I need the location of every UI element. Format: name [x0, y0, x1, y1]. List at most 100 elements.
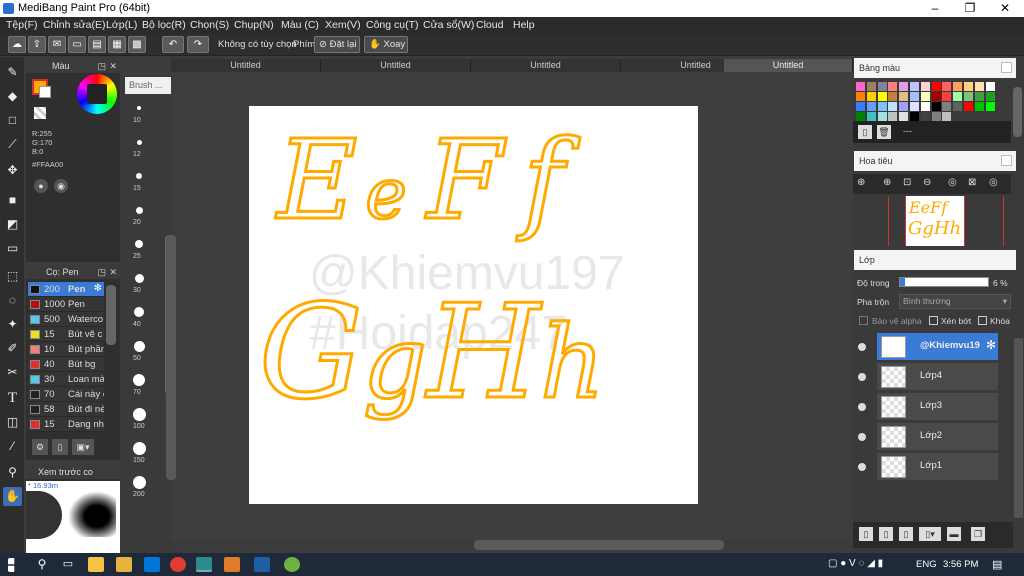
pen-list-item[interactable]: 58 Bút đi nè: [28, 402, 104, 417]
pen-list-item[interactable]: 70 Cái này c: [28, 387, 104, 402]
pen-list-item[interactable]: 1000 Pen: [28, 297, 104, 312]
pen-undock-icon[interactable]: ◳: [97, 265, 106, 279]
blend-mode-select[interactable]: Bình thường ▾: [899, 294, 1011, 309]
duplicate-layer-icon[interactable]: ❐: [971, 527, 985, 541]
palette-swatch[interactable]: [856, 82, 865, 91]
palette-swatch[interactable]: [985, 102, 995, 111]
palette-swatch[interactable]: [942, 92, 952, 101]
palette-swatch[interactable]: [856, 102, 865, 111]
reset-button[interactable]: ⊘ Đặt lại: [314, 36, 360, 53]
palette-swatch[interactable]: [942, 82, 952, 91]
brush-size-dot[interactable]: [132, 441, 146, 455]
palette-swatch[interactable]: [920, 112, 930, 121]
pen-close-icon[interactable]: ✕: [109, 265, 117, 279]
palette-swatch[interactable]: [856, 112, 865, 121]
palette-swatch[interactable]: [931, 112, 941, 121]
tab-untitled-5[interactable]: Untitled: [724, 59, 853, 72]
menu-capture[interactable]: Chụp(N): [234, 19, 274, 31]
palette-swatch[interactable]: [877, 92, 887, 101]
palette-swatch[interactable]: [985, 82, 995, 91]
palette-swatch[interactable]: [866, 82, 876, 91]
lasso-icon[interactable]: ◌: [3, 291, 22, 310]
menu-tools[interactable]: Công cụ(T): [366, 19, 419, 31]
hand-tool-icon[interactable]: ✋: [3, 487, 22, 506]
palette-trash-icon[interactable]: 🗑: [877, 125, 891, 139]
palette-swatch[interactable]: [920, 92, 930, 101]
menu-filter[interactable]: Bộ lọc(R): [142, 19, 186, 31]
layer-visibility-icon[interactable]: [858, 403, 866, 411]
menu-help[interactable]: Help: [513, 19, 535, 31]
start-icon[interactable]: [8, 558, 15, 572]
app-icon-orange[interactable]: [224, 557, 240, 572]
brush-size-dot[interactable]: [135, 206, 143, 214]
palette-swatch[interactable]: [899, 92, 909, 101]
pen-settings-icon[interactable]: ⚙: [32, 439, 48, 455]
palette-swatch[interactable]: [942, 112, 952, 121]
palette-swatch[interactable]: [877, 112, 887, 121]
pen-list-item[interactable]: 15 Bút vẽ c: [28, 327, 104, 342]
new-layer-3-icon[interactable]: ▯: [899, 527, 913, 541]
brush-size-dot[interactable]: [132, 407, 146, 421]
app-icon-green[interactable]: [284, 557, 300, 572]
chrome-icon[interactable]: [170, 557, 186, 572]
canvas-vscrollbar[interactable]: [166, 235, 176, 480]
menu-color[interactable]: Màu (C): [281, 19, 319, 31]
lock-checkbox[interactable]: [978, 316, 987, 325]
menu-view[interactable]: Xem(V): [325, 19, 361, 31]
palette-swatch[interactable]: [866, 92, 876, 101]
layer-row[interactable]: Lớp2: [877, 423, 998, 451]
layer-visibility-icon[interactable]: [858, 373, 866, 381]
palette-swatch[interactable]: [910, 92, 919, 101]
palette-swatch[interactable]: [953, 102, 963, 111]
tile-icon[interactable]: ▩: [128, 36, 146, 53]
secondary-color-swatch[interactable]: [39, 86, 51, 98]
gradient-tool-icon[interactable]: ▭: [3, 239, 22, 258]
navigator-close-icon[interactable]: [1001, 155, 1012, 166]
speech-bubble-icon[interactable]: ◫: [3, 413, 22, 432]
layer-row[interactable]: @Khiemvu19 ✻: [877, 333, 998, 361]
drawing-paper[interactable]: @Khiemvu197 #Hoidap247 EeFf GgHh: [249, 106, 698, 504]
palette-swatch[interactable]: [920, 82, 930, 91]
zoom-in-icon[interactable]: ⊕: [857, 177, 865, 188]
palette-swatch[interactable]: [964, 102, 973, 111]
tab-untitled-1[interactable]: Untitled: [171, 59, 321, 72]
palette-swatch[interactable]: [899, 82, 909, 91]
palette-swatch[interactable]: [964, 92, 973, 101]
layer-visibility-icon[interactable]: [858, 463, 866, 471]
layer-visibility-icon[interactable]: [858, 343, 866, 351]
redo-button[interactable]: ↷: [187, 36, 209, 53]
tab-untitled-3[interactable]: Untitled: [471, 59, 621, 72]
rotate-button[interactable]: ✋ Xoay: [364, 36, 408, 53]
color-wheel[interactable]: [77, 74, 117, 114]
brush-size-dot[interactable]: [134, 307, 144, 317]
pen-scrollbar[interactable]: [106, 285, 116, 345]
palette-swatch[interactable]: [985, 92, 995, 101]
palette-swatch[interactable]: [888, 102, 898, 111]
select-rect-icon[interactable]: ⬚: [3, 267, 22, 286]
eraser-tool-icon[interactable]: ◆: [3, 87, 22, 106]
fill-rect-tool-icon[interactable]: ■: [3, 191, 22, 210]
palette-swatch[interactable]: [899, 102, 909, 111]
select-eraser-icon[interactable]: ✂: [3, 363, 22, 382]
pen-list-item[interactable]: 500 Waterco: [28, 312, 104, 327]
notification-icons[interactable]: ▢ ● V ◌ ◢ ▮: [828, 558, 883, 569]
palette-swatch[interactable]: [964, 82, 973, 91]
palette-swatch[interactable]: [888, 82, 898, 91]
transparent-swatch[interactable]: [34, 107, 46, 119]
clip-checkbox[interactable]: [929, 316, 938, 325]
pen-new-icon[interactable]: ▯: [52, 439, 68, 455]
file-explorer-icon[interactable]: [116, 557, 132, 572]
pen-settings-gear-icon[interactable]: ✻: [94, 283, 102, 294]
palette-swatch[interactable]: [877, 102, 887, 111]
app-icon-blue[interactable]: [254, 557, 270, 572]
bucket-tool-icon[interactable]: ◩: [3, 215, 22, 234]
undo-button[interactable]: ↶: [162, 36, 184, 53]
brush-size-dot[interactable]: [136, 173, 142, 179]
minimize-button[interactable]: –: [918, 0, 952, 17]
zoom-out-icon[interactable]: ⊖: [923, 177, 931, 188]
palette-swatch[interactable]: [866, 112, 876, 121]
pen-list-item[interactable]: 30 Loan mà: [28, 372, 104, 387]
layer-row[interactable]: Lớp1: [877, 453, 998, 481]
palette-swatch[interactable]: [910, 82, 919, 91]
document-icon[interactable]: ▤: [88, 36, 106, 53]
